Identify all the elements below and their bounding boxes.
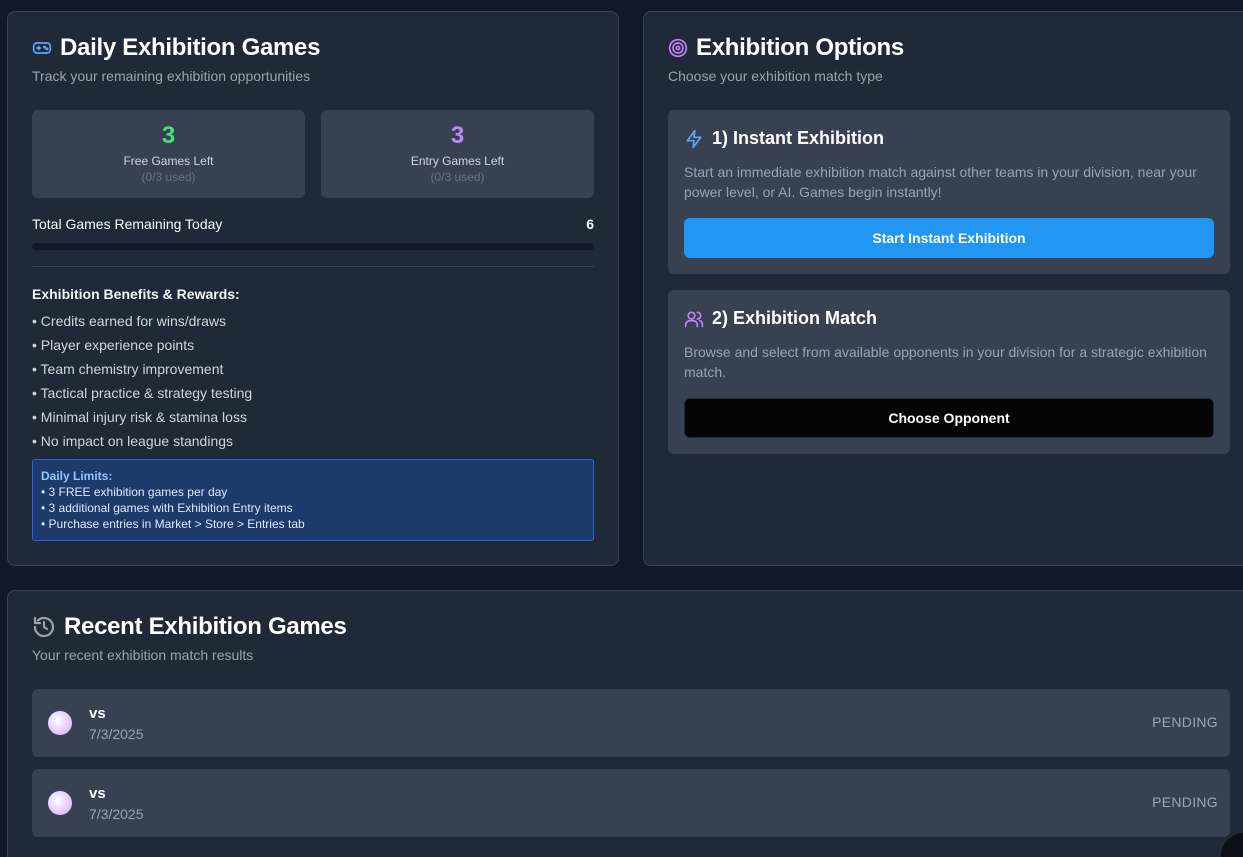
exhibition-match-option: 2) Exhibition Match Browse and select fr… (668, 290, 1230, 454)
recent-title: Recent Exhibition Games (64, 613, 347, 640)
options-card-header: Exhibition Options (668, 34, 904, 62)
daily-subtitle: Track your remaining exhibition opportun… (32, 68, 311, 84)
gamepad-icon (32, 38, 52, 58)
game-opponent: vs (89, 785, 106, 802)
instant-exhibition-title: 1) Instant Exhibition (712, 128, 885, 148)
recent-subtitle: Your recent exhibition match results (32, 647, 254, 663)
daily-limits-title: Daily Limits: (41, 469, 113, 483)
instant-exhibition-description: Start an immediate exhibition match agai… (684, 164, 1197, 200)
games-progress-bar (32, 243, 594, 250)
list-item: • 3 FREE exhibition games per day (41, 485, 228, 499)
recent-card-header: Recent Exhibition Games (32, 613, 347, 641)
list-item: • Tactical practice & strategy testing (32, 385, 253, 401)
daily-limits-box: Daily Limits: • 3 FREE exhibition games … (32, 459, 594, 541)
divider (32, 266, 594, 267)
list-item: • Credits earned for wins/draws (32, 313, 226, 329)
total-games-value: 6 (586, 216, 594, 232)
free-games-count: 3 (161, 122, 176, 149)
game-opponent: vs (89, 705, 106, 722)
free-games-used: (0/3 used) (141, 170, 196, 184)
list-item: • Purchase entries in Market > Store > E… (41, 517, 305, 531)
instant-exhibition-option: 1) Instant Exhibition Start an immediate… (668, 110, 1230, 274)
avatar (48, 791, 72, 815)
free-games-label: Free Games Left (123, 154, 214, 168)
game-date: 7/3/2025 (89, 806, 144, 822)
exhibition-options-card: Exhibition Options Choose your exhibitio… (643, 11, 1243, 566)
benefits-title: Exhibition Benefits & Rewards: (32, 286, 240, 302)
list-item: • 3 additional games with Exhibition Ent… (41, 501, 293, 515)
table-row[interactable]: vs 7/3/2025 PENDING (32, 689, 1230, 757)
daily-exhibition-card: Daily Exhibition Games Track your remain… (7, 11, 619, 566)
entry-games-stat: 3 Entry Games Left (0/3 used) (321, 110, 594, 198)
page-title: Daily Exhibition Games (60, 34, 321, 61)
exhibition-match-description: Browse and select from available opponen… (684, 344, 1207, 380)
benefits-list: • Credits earned for wins/draws • Player… (32, 311, 252, 455)
history-icon (32, 615, 56, 639)
list-item: • Player experience points (32, 337, 195, 353)
daily-card-header: Daily Exhibition Games (32, 34, 320, 62)
lightning-icon (684, 129, 704, 149)
free-games-stat: 3 Free Games Left (0/3 used) (32, 110, 305, 198)
total-games-label: Total Games Remaining Today (32, 216, 223, 232)
exhibition-match-title: 2) Exhibition Match (712, 308, 878, 328)
entry-games-used: (0/3 used) (430, 170, 485, 184)
options-title: Exhibition Options (696, 34, 904, 61)
options-subtitle: Choose your exhibition match type (668, 68, 883, 84)
recent-exhibition-card: Recent Exhibition Games Your recent exhi… (7, 590, 1243, 857)
table-row[interactable]: vs 7/3/2025 PENDING (32, 769, 1230, 837)
instant-exhibition-header: 1) Instant Exhibition (684, 128, 884, 149)
list-item: • Minimal injury risk & stamina loss (32, 409, 247, 425)
entry-games-count: 3 (450, 122, 465, 149)
exhibition-match-header: 2) Exhibition Match (684, 308, 877, 329)
page: Daily Exhibition Games Track your remain… (0, 0, 1243, 857)
target-icon (668, 38, 688, 58)
avatar (48, 711, 72, 735)
list-item: • No impact on league standings (32, 433, 234, 449)
list-item: • Team chemistry improvement (32, 361, 224, 377)
game-date: 7/3/2025 (89, 726, 144, 742)
status-badge: PENDING (1152, 714, 1218, 730)
start-instant-exhibition-button[interactable]: Start Instant Exhibition (684, 218, 1214, 258)
choose-opponent-button[interactable]: Choose Opponent (684, 398, 1214, 438)
total-games-row: Total Games Remaining Today 6 (32, 216, 594, 232)
users-icon (684, 309, 704, 329)
entry-games-label: Entry Games Left (410, 154, 505, 168)
status-badge: PENDING (1152, 794, 1218, 810)
